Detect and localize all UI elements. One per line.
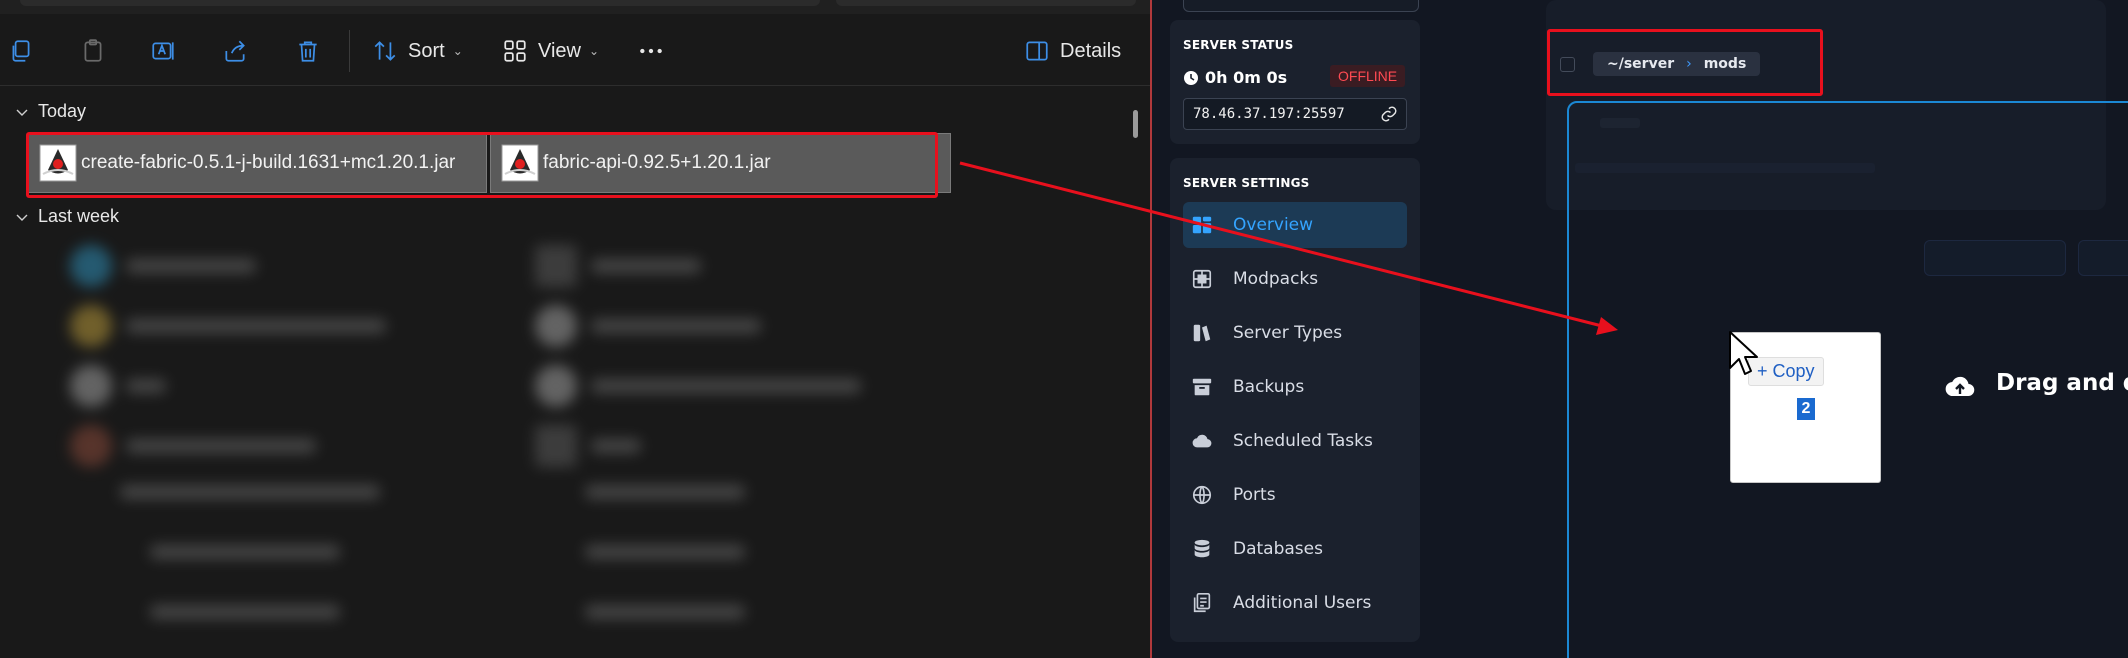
cloud-icon (1192, 434, 1212, 448)
share-icon (225, 40, 245, 62)
server-types-icon (1193, 324, 1211, 342)
status-badge: OFFLINE (1330, 65, 1406, 87)
mouse-cursor-icon (1729, 331, 1758, 375)
menu-item-label: Databases (1233, 539, 1323, 559)
drop-hint-text: Drag and d (1996, 370, 2128, 396)
share-button[interactable] (222, 32, 248, 70)
backups-icon (1192, 378, 1212, 396)
details-label: Details (1060, 39, 1122, 62)
blurred-file-list (40, 225, 1120, 658)
menu-item-scheduled-tasks[interactable]: Scheduled Tasks (1183, 418, 1407, 464)
screenshot-root: Sort ⌄ View ⌄ Details Today create-fabri… (0, 0, 2128, 658)
sort-icon (374, 41, 396, 61)
annotation-highlight-files (26, 132, 938, 198)
copy-button[interactable] (8, 32, 34, 70)
copy-icon (12, 40, 30, 62)
faint-button (2078, 240, 2128, 276)
delete-icon (299, 41, 317, 62)
group-last-week-label: Last week (38, 206, 120, 226)
chevron-down-icon (16, 109, 28, 116)
menu-item-modpacks[interactable]: Modpacks (1183, 256, 1407, 302)
more-icon (640, 48, 662, 54)
sort-button[interactable]: Sort ⌄ (372, 32, 463, 70)
file-explorer-pane: Sort ⌄ View ⌄ Details Today create-fabri… (0, 0, 1150, 658)
cloud-upload-icon (1945, 376, 1975, 397)
menu-item-label: Modpacks (1233, 269, 1319, 289)
drag-count-badge: 2 (1797, 398, 1815, 420)
users-icon (1193, 593, 1211, 613)
menu-item-backups[interactable]: Backups (1183, 364, 1407, 410)
faint-placeholder (1575, 163, 1875, 173)
chevron-down-icon: ⌄ (589, 44, 600, 58)
menu-item-label: Scheduled Tasks (1233, 431, 1373, 451)
menu-item-label: Ports (1233, 485, 1276, 505)
explorer-scrollbar[interactable] (1133, 110, 1138, 138)
menu-item-label: Additional Users (1233, 593, 1372, 613)
server-address: 78.46.37.197:25597 (1193, 106, 1345, 122)
rename-button[interactable] (150, 32, 176, 70)
chevron-down-icon: ⌄ (452, 44, 463, 58)
more-options-button[interactable] (638, 32, 664, 70)
menu-item-databases[interactable]: Databases (1183, 526, 1407, 572)
sort-label: Sort (408, 39, 445, 62)
uptime: 0h 0m 0s (1183, 68, 1287, 87)
faint-button (1924, 240, 2066, 276)
rename-icon (152, 42, 174, 60)
menu-item-overview[interactable]: Overview (1183, 202, 1407, 248)
view-icon (504, 40, 526, 62)
menu-item-additional-users[interactable]: Additional Users (1183, 580, 1407, 626)
annotation-highlight-breadcrumb (1547, 29, 1823, 96)
explorer-toolbar: Sort ⌄ View ⌄ Details (0, 16, 1150, 86)
uptime-value: 0h 0m 0s (1205, 68, 1288, 87)
explorer-top-strip (0, 0, 1150, 14)
paste-button[interactable] (80, 32, 106, 70)
modpacks-icon (1192, 269, 1212, 289)
menu-item-label: Backups (1233, 377, 1305, 397)
group-last-week[interactable]: Last week (14, 206, 119, 227)
view-label: View (538, 39, 581, 62)
server-status-title: SERVER STATUS (1183, 38, 1294, 52)
server-settings-title: SERVER SETTINGS (1183, 176, 1310, 190)
database-icon (1194, 539, 1210, 558)
server-settings-card: SERVER SETTINGS Overview Modpacks Server… (1170, 158, 1420, 642)
overview-icon (1192, 216, 1212, 234)
server-status-card: SERVER STATUS 0h 0m 0s OFFLINE 78.46.37.… (1170, 20, 1420, 144)
menu-item-ports[interactable]: Ports (1183, 472, 1407, 518)
previous-card (1183, 0, 1419, 12)
link-icon[interactable] (1380, 105, 1398, 123)
group-today-label: Today (38, 101, 87, 121)
view-button[interactable]: View ⌄ (502, 32, 599, 70)
menu-item-server-types[interactable]: Server Types (1183, 310, 1407, 356)
clock-icon (1184, 70, 1198, 85)
details-button[interactable]: Details (1024, 32, 1121, 70)
delete-button[interactable] (295, 32, 321, 70)
menu-item-label: Overview (1233, 215, 1314, 235)
globe-icon (1192, 485, 1212, 505)
faint-placeholder (1600, 118, 1640, 128)
chevron-down-icon (16, 214, 28, 221)
server-address-field[interactable]: 78.46.37.197:25597 (1183, 98, 1407, 130)
group-today[interactable]: Today (14, 101, 86, 122)
details-icon (1026, 41, 1048, 61)
paste-icon (84, 39, 102, 62)
menu-item-label: Server Types (1233, 323, 1343, 343)
